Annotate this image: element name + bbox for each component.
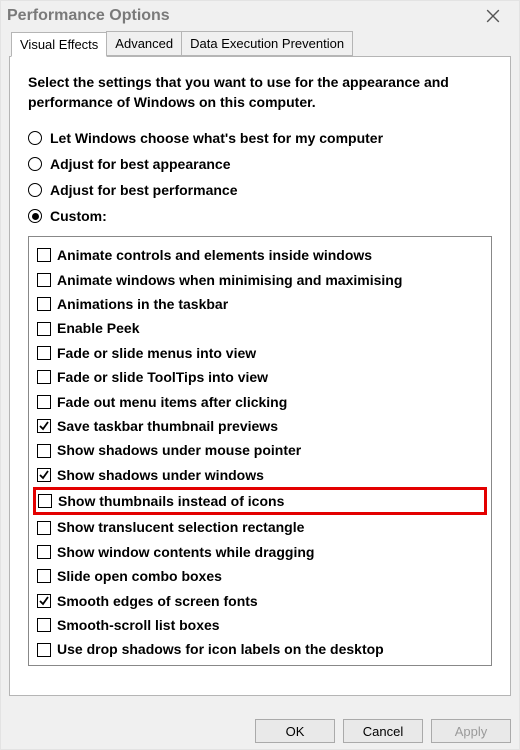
radio-label: Adjust for best appearance [50,156,231,172]
radio-custom[interactable]: Custom: [28,208,492,224]
radio-icon [28,131,42,145]
checkbox-icon[interactable] [37,346,51,360]
performance-options-window: Performance Options Visual Effects Advan… [0,0,520,750]
effect-label: Fade or slide menus into view [57,342,256,364]
dialog-button-bar: OK Cancel Apply [255,719,511,743]
ok-button[interactable]: OK [255,719,335,743]
effect-option[interactable]: Show window contents while dragging [37,540,483,564]
effect-option[interactable]: Fade or slide menus into view [37,341,483,365]
checkbox-icon[interactable] [37,545,51,559]
checkbox-icon[interactable] [37,468,51,482]
close-button[interactable] [473,1,513,31]
apply-button: Apply [431,719,511,743]
radio-label: Adjust for best performance [50,182,237,198]
effect-option[interactable]: Fade out menu items after clicking [37,390,483,414]
checkbox-icon[interactable] [37,444,51,458]
radio-icon [28,157,42,171]
effect-option[interactable]: Use drop shadows for icon labels on the … [37,637,483,661]
effect-option[interactable]: Smooth-scroll list boxes [37,613,483,637]
checkbox-icon[interactable] [37,248,51,262]
effect-label: Enable Peek [57,317,140,339]
effect-option[interactable]: Save taskbar thumbnail previews [37,414,483,438]
radio-icon [28,183,42,197]
effects-list[interactable]: Animate controls and elements inside win… [28,236,492,666]
effect-label: Fade out menu items after clicking [57,391,287,413]
checkbox-icon[interactable] [37,569,51,583]
radio-label: Let Windows choose what's best for my co… [50,130,383,146]
window-title: Performance Options [7,7,170,25]
effect-label: Save taskbar thumbnail previews [57,415,278,437]
effect-label: Show translucent selection rectangle [57,516,304,538]
effect-option[interactable]: Show translucent selection rectangle [37,515,483,539]
radio-label: Custom: [50,208,107,224]
radio-best-appearance[interactable]: Adjust for best appearance [28,156,492,172]
effect-label: Animate windows when minimising and maxi… [57,269,402,291]
radio-best-performance[interactable]: Adjust for best performance [28,182,492,198]
effect-option[interactable]: Animations in the taskbar [37,292,483,316]
close-icon [486,9,500,23]
checkbox-icon[interactable] [37,273,51,287]
radio-group: Let Windows choose what's best for my co… [28,130,492,224]
effect-label: Animations in the taskbar [57,293,228,315]
effect-option[interactable]: Show thumbnails instead of icons [33,487,487,515]
titlebar: Performance Options [1,1,519,31]
effect-option[interactable]: Animate windows when minimising and maxi… [37,268,483,292]
checkbox-icon[interactable] [37,521,51,535]
effect-option[interactable]: Show shadows under mouse pointer [37,438,483,462]
panel-description: Select the settings that you want to use… [28,73,492,112]
checkbox-icon[interactable] [37,322,51,336]
effect-label: Use drop shadows for icon labels on the … [57,638,384,660]
radio-icon [28,209,42,223]
effect-option[interactable]: Fade or slide ToolTips into view [37,365,483,389]
effect-option[interactable]: Smooth edges of screen fonts [37,589,483,613]
effect-option[interactable]: Slide open combo boxes [37,564,483,588]
effect-label: Show shadows under windows [57,464,264,486]
checkbox-icon[interactable] [37,618,51,632]
effect-label: Show window contents while dragging [57,541,314,563]
effect-label: Animate controls and elements inside win… [57,244,372,266]
checkbox-icon[interactable] [37,297,51,311]
checkbox-icon[interactable] [37,370,51,384]
checkbox-icon[interactable] [37,643,51,657]
effect-label: Slide open combo boxes [57,565,222,587]
checkbox-icon[interactable] [38,494,52,508]
tab-dep[interactable]: Data Execution Prevention [181,31,353,56]
checkbox-icon[interactable] [37,594,51,608]
tab-strip: Visual Effects Advanced Data Execution P… [1,31,519,56]
radio-auto[interactable]: Let Windows choose what's best for my co… [28,130,492,146]
effect-label: Show shadows under mouse pointer [57,439,301,461]
checkbox-icon[interactable] [37,419,51,433]
cancel-button[interactable]: Cancel [343,719,423,743]
effect-label: Smooth-scroll list boxes [57,614,220,636]
effect-option[interactable]: Enable Peek [37,316,483,340]
visual-effects-panel: Select the settings that you want to use… [9,56,511,696]
tab-visual-effects[interactable]: Visual Effects [11,32,107,57]
checkbox-icon[interactable] [37,395,51,409]
effect-label: Smooth edges of screen fonts [57,590,258,612]
effect-label: Fade or slide ToolTips into view [57,366,268,388]
effect-label: Show thumbnails instead of icons [58,490,284,512]
effect-option[interactable]: Animate controls and elements inside win… [37,243,483,267]
tab-advanced[interactable]: Advanced [106,31,182,56]
effect-option[interactable]: Show shadows under windows [37,463,483,487]
